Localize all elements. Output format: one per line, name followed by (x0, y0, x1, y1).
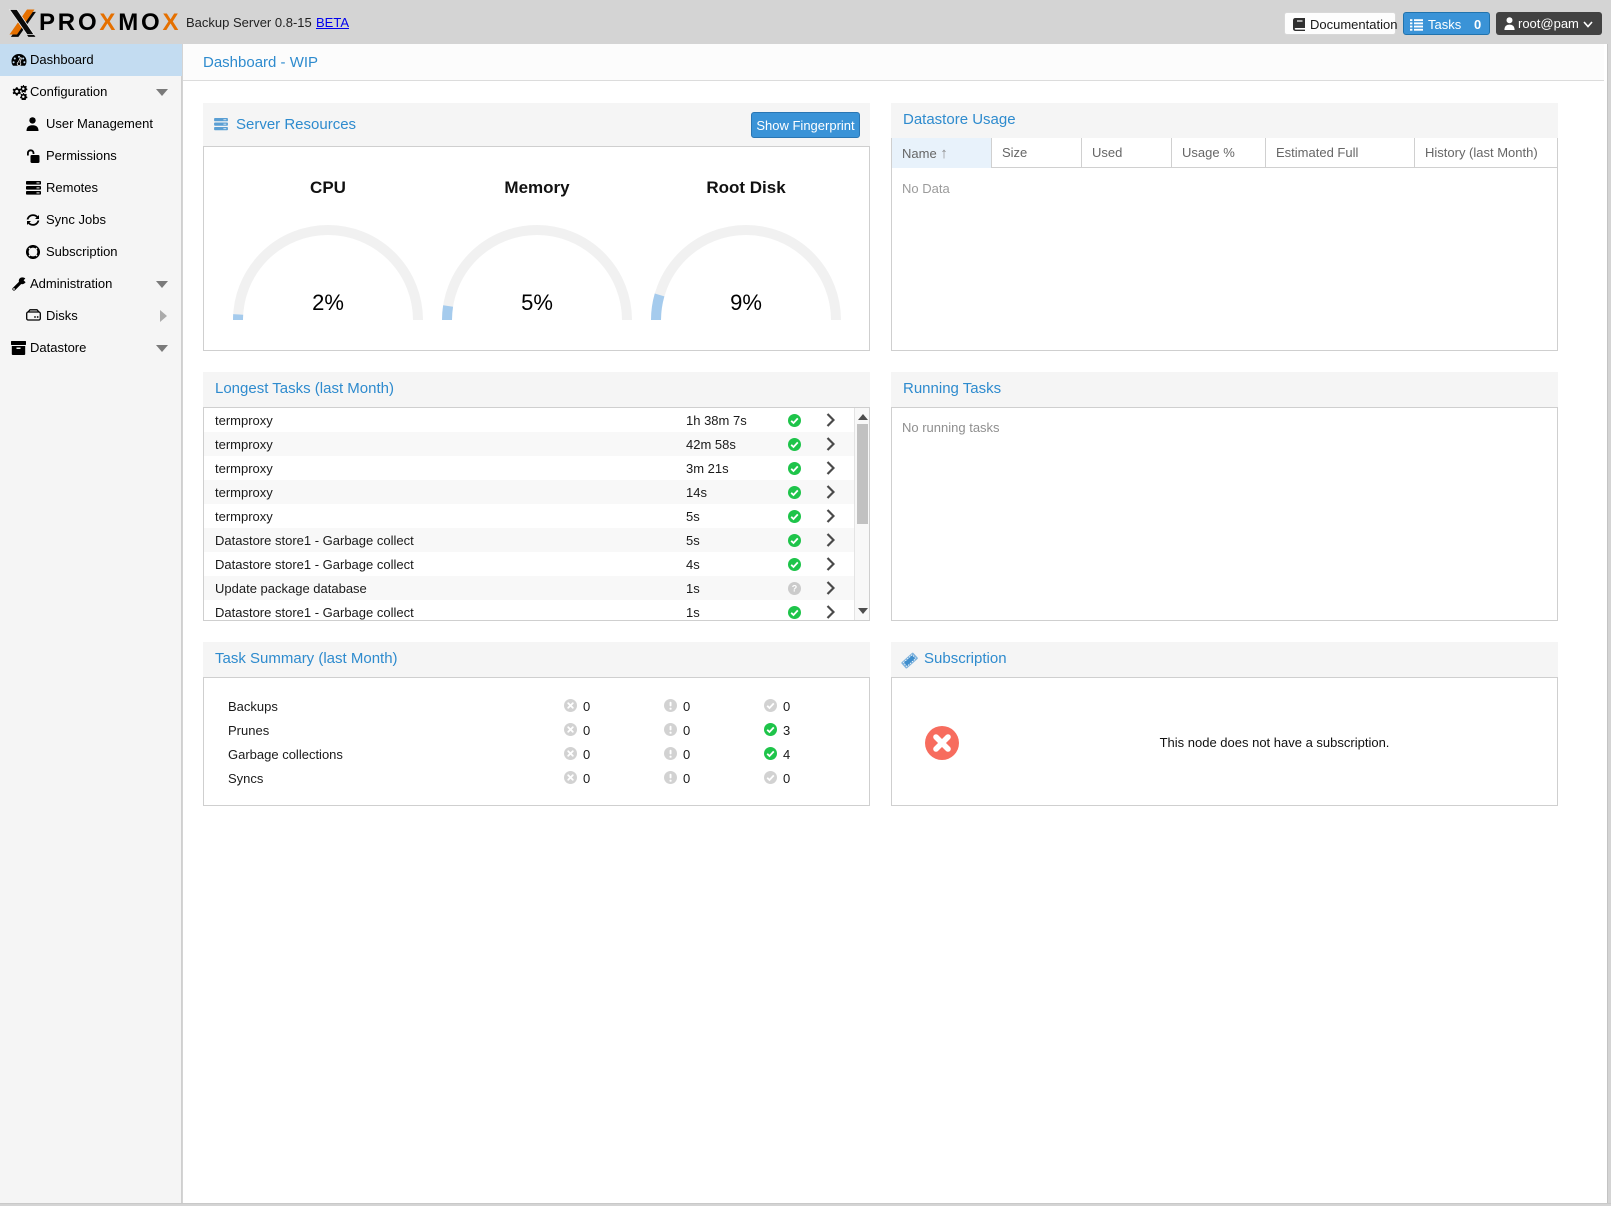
svg-text:?: ? (792, 584, 798, 594)
